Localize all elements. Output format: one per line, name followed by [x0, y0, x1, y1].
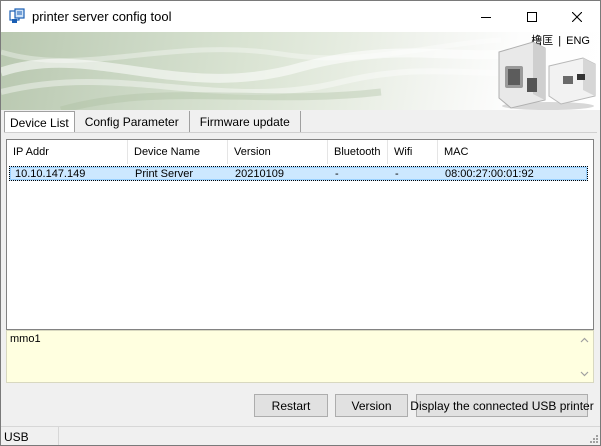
- cell-wifi: -: [395, 168, 399, 180]
- memo-scrollbar[interactable]: [576, 331, 593, 382]
- tab-device-list[interactable]: Device List: [4, 111, 75, 133]
- column-header-ip[interactable]: IP Addr: [7, 140, 128, 164]
- app-window: printer server config tool 橹匡 | ENG Devi…: [0, 0, 601, 446]
- column-header-bluetooth[interactable]: Bluetooth: [328, 140, 388, 164]
- minimize-button[interactable]: [463, 1, 509, 32]
- status-bar: USB: [1, 426, 600, 445]
- close-button[interactable]: [554, 1, 600, 32]
- cell-bluetooth: -: [335, 168, 339, 180]
- version-button[interactable]: Version: [335, 394, 408, 417]
- tab-underline: [4, 132, 597, 133]
- column-header-device-name[interactable]: Device Name: [128, 140, 228, 164]
- cell-device-name: Print Server: [135, 168, 194, 180]
- column-header-mac[interactable]: MAC: [438, 140, 591, 164]
- cell-ip: 10.10.147.149: [15, 168, 86, 180]
- cell-version: 20210109: [235, 168, 284, 180]
- tab-config-parameter[interactable]: Config Parameter: [74, 111, 190, 133]
- scroll-up-icon[interactable]: [580, 336, 589, 345]
- device-list-table[interactable]: IP Addr Device Name Version Bluetooth Wi…: [6, 139, 594, 330]
- display-usb-printer-button[interactable]: Display the connected USB printer: [410, 394, 594, 417]
- main-tabs: Device List Config Parameter Firmware up…: [4, 111, 301, 133]
- printer-app-icon: [9, 8, 25, 24]
- print-server-device-image: [498, 41, 596, 110]
- resize-grip-icon[interactable]: [588, 433, 598, 443]
- scroll-down-icon[interactable]: [580, 369, 589, 378]
- close-icon: [572, 11, 582, 22]
- cell-mac: 08:00:27:00:01:92: [445, 168, 534, 180]
- memo-text: mmo1: [10, 333, 41, 345]
- header-banner: 橹匡 | ENG: [1, 32, 600, 110]
- column-header-version[interactable]: Version: [228, 140, 328, 164]
- status-panel-usb: USB: [1, 427, 59, 445]
- column-header-wifi[interactable]: Wifi: [388, 140, 438, 164]
- maximize-icon: [527, 11, 537, 22]
- table-row[interactable]: 10.10.147.149 Print Server 20210109 - - …: [9, 166, 588, 181]
- tab-firmware-update[interactable]: Firmware update: [189, 111, 301, 133]
- restart-button[interactable]: Restart: [254, 394, 328, 417]
- window-title: printer server config tool: [32, 9, 172, 24]
- device-list-header: IP Addr Device Name Version Bluetooth Wi…: [7, 140, 593, 164]
- maximize-button[interactable]: [509, 1, 555, 32]
- title-bar[interactable]: printer server config tool: [1, 1, 600, 32]
- log-memo[interactable]: mmo1: [6, 330, 594, 383]
- minimize-icon: [481, 16, 491, 18]
